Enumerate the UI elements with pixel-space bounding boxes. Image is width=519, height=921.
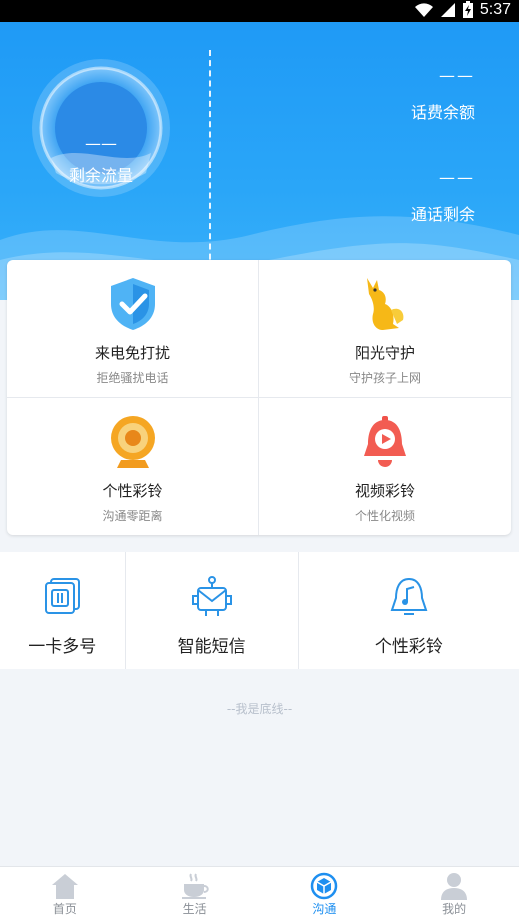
feature-title: 阳光守护 [354,345,415,362]
balance-value: —— [439,66,475,85]
data-gauge[interactable]: —— 剩余流量 [26,58,176,198]
tab-home[interactable]: 首页 [0,867,130,921]
ring-speaker-icon [110,415,155,468]
quick-label: 个性彩铃 [374,637,443,656]
quick-multi-number[interactable]: 一卡多号 [0,552,125,669]
wifi-icon [414,3,433,18]
tab-label: 我的 [442,902,467,916]
feature-sunshine-guard[interactable]: 阳光守护 守护孩子上网 [259,260,511,398]
hero-divider [209,50,211,280]
quick-label: 一卡多号 [28,637,97,656]
bottom-tab-bar: 首页 生活 沟通 我的 [0,866,519,921]
tab-label: 沟通 [312,902,337,916]
music-bell-icon [390,577,428,615]
shield-check-icon [110,278,155,330]
feature-title: 视频彩铃 [354,482,415,500]
feature-subtitle: 沟通零距离 [102,508,163,523]
data-remaining-value: —— [85,134,117,153]
quick-smart-sms[interactable]: 智能短信 [124,552,298,669]
balance-stat[interactable]: —— 话费余额 [315,66,475,123]
robot-mail-icon [191,576,232,616]
quick-label: 智能短信 [177,637,246,656]
call-remaining-stat[interactable]: —— 通话剩余 [315,168,475,225]
feature-subtitle: 守护孩子上网 [348,371,421,385]
tab-communicate[interactable]: 沟通 [260,867,390,921]
data-remaining-label: 剩余流量 [68,168,133,185]
person-icon [441,873,468,900]
call-remaining-value: —— [439,168,475,187]
home-icon [51,874,78,899]
hero-panel: —— 剩余流量 —— 话费余额 —— 通话剩余 [0,22,519,300]
end-of-list-text: --我是底线-- [226,702,293,716]
feature-call-block[interactable]: 来电免打扰 拒绝骚扰电话 [7,260,259,398]
feature-title: 来电免打扰 [94,345,170,362]
feature-title: 个性彩铃 [102,482,163,500]
feature-subtitle: 个性化视频 [354,508,415,523]
sim-cards-icon [45,578,81,614]
feature-grid: 来电免打扰 拒绝骚扰电话 阳光守护 守护孩子上网 个性彩铃 沟通零距离 视频彩铃… [7,260,511,535]
battery-icon [462,1,473,18]
call-remaining-label: 通话剩余 [410,207,475,224]
status-bar: 5:37 [0,0,519,22]
status-time: 5:37 [479,1,511,18]
quick-actions: 一卡多号 智能短信 个性彩铃 [0,552,519,669]
tab-mine[interactable]: 我的 [389,867,519,921]
tab-label: 首页 [52,902,77,916]
coffee-cup-icon [181,873,209,899]
kangaroo-icon [367,278,404,330]
feature-video-ringtone[interactable]: 视频彩铃 个性化视频 [259,398,511,536]
balance-label: 话费余额 [410,105,475,122]
signal-icon [440,3,455,17]
quick-personal-ringtone[interactable]: 个性彩铃 [297,552,519,669]
feature-personal-ringtone[interactable]: 个性彩铃 沟通零距离 [7,397,259,535]
cube-chat-icon [311,872,338,900]
tab-life[interactable]: 生活 [130,867,260,921]
feature-subtitle: 拒绝骚扰电话 [96,371,169,385]
tab-label: 生活 [182,902,207,916]
video-bell-icon [364,415,406,467]
